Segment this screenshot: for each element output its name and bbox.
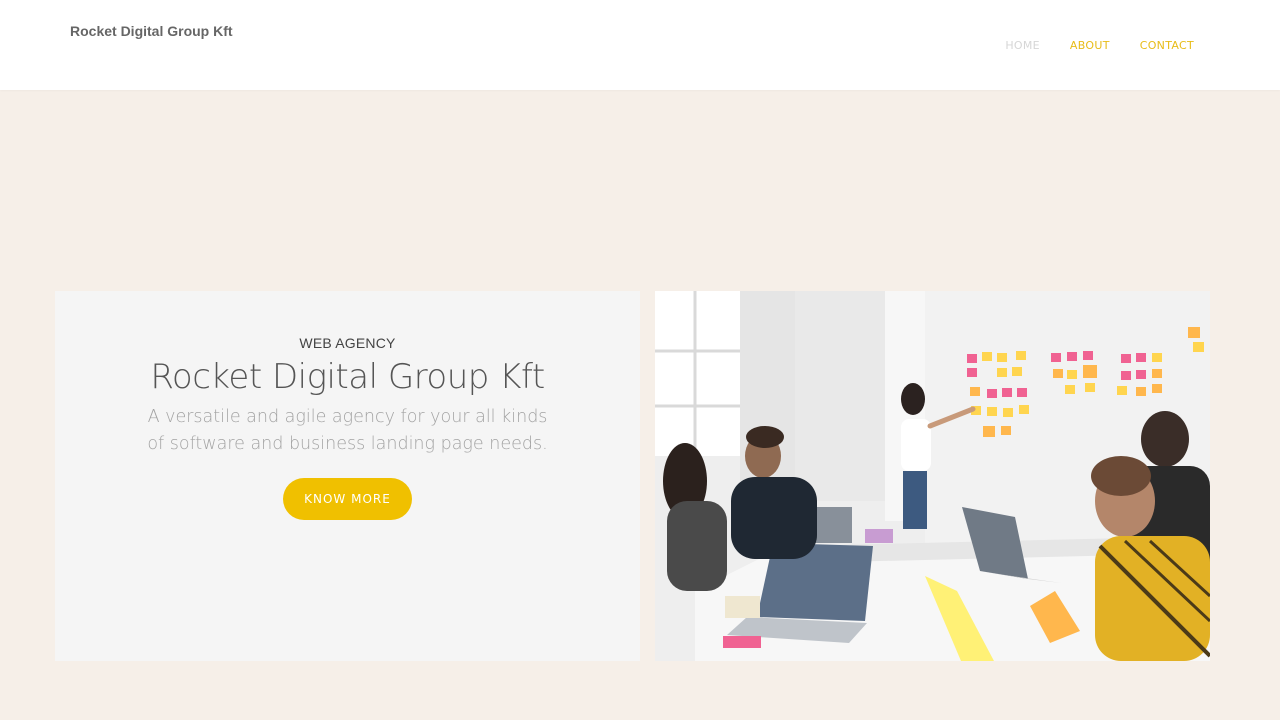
nav-contact[interactable]: CONTACT	[1140, 39, 1194, 52]
brand-logo[interactable]: Rocket Digital Group Kft	[70, 23, 233, 39]
main-nav: HOME ABOUT CONTACT	[1005, 39, 1194, 52]
hero-subtitle-line-1: A versatile and agile agency for your al…	[147, 407, 548, 427]
hero-title: Rocket Digital Group Kft	[150, 357, 545, 397]
site-header: Rocket Digital Group Kft HOME ABOUT CONT…	[0, 0, 1280, 90]
nav-about[interactable]: ABOUT	[1070, 39, 1110, 52]
hero-eyebrow: WEB AGENCY	[299, 335, 396, 351]
know-more-button[interactable]: KNOW MORE	[283, 478, 412, 520]
hero-subtitle: A versatile and agile agency for your al…	[145, 404, 550, 458]
nav-home[interactable]: HOME	[1005, 39, 1040, 52]
hero-card: WEB AGENCY Rocket Digital Group Kft A ve…	[55, 291, 640, 661]
hero-subtitle-line-2: of software and business landing page ne…	[147, 434, 548, 454]
team-meeting-photo	[655, 291, 1210, 661]
